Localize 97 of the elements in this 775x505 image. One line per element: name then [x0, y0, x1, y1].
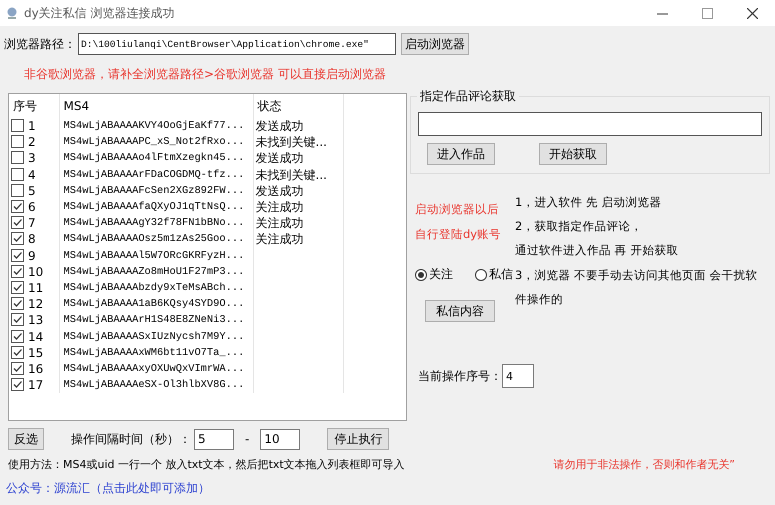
- table-cell: MS4wLjABAAAAKVY4OoGjEaKf77...: [59, 118, 253, 134]
- action-button[interactable]: 进入作品: [427, 143, 495, 165]
- input-field[interactable]: 5: [194, 428, 234, 450]
- warning-text: 请勿用于非法操作，否则和作者无关”: [553, 457, 735, 472]
- row-number: 1: [28, 119, 36, 134]
- list-box[interactable]: [8, 93, 407, 421]
- row-number: 3: [28, 151, 36, 166]
- checkbox[interactable]: [11, 330, 24, 343]
- instruction-text: 2，获取指定作品评论，: [515, 218, 644, 236]
- status-text: 关注成功: [256, 232, 304, 246]
- checkbox[interactable]: [11, 378, 24, 392]
- usage-text: 使用方法：MS4或uid 一行一个 放入txt文本，然后把txt文本拖入列表框即可导入: [8, 457, 405, 472]
- invert-selection-button[interactable]: 反选: [8, 428, 44, 450]
- checkbox[interactable]: [11, 264, 24, 278]
- row-number: 10: [28, 264, 44, 279]
- radio-option[interactable]: 私信: [475, 266, 513, 283]
- maximize-icon[interactable]: [702, 8, 713, 18]
- checkbox[interactable]: [11, 216, 24, 230]
- row-number: 13: [28, 313, 44, 328]
- status-text: 发送成功: [256, 119, 304, 134]
- table-cell: MS4wLjABAAAAeSX-Ol3hlbXV8G...: [59, 377, 253, 394]
- table-cell: MS4wLjABAAAAgY32f78FN1bBNo...: [59, 215, 253, 232]
- status-text: 发送成功: [256, 151, 304, 166]
- row-number: 17: [28, 378, 44, 392]
- message-content-button[interactable]: 私信内容: [425, 300, 495, 322]
- close-icon[interactable]: [747, 8, 758, 18]
- launch-browser-button[interactable]: 启动浏览器: [401, 33, 469, 55]
- table-cell: MS4wLjABAAAAo4lFtmXzegkn45...: [59, 150, 253, 167]
- row-number: 5: [28, 184, 36, 198]
- radio-button[interactable]: [415, 268, 427, 280]
- status-text: 未找到关键...: [256, 168, 327, 182]
- checkbox[interactable]: [11, 248, 24, 262]
- row-number: 8: [28, 232, 36, 246]
- table-cell: MS4wLjABAAAArH1S48E8ZNeNi3...: [59, 312, 253, 328]
- checkbox[interactable]: [11, 313, 24, 326]
- table-cell: MS4wLjABAAAAxWM6bt11vO7Ta_...: [59, 344, 253, 361]
- instruction-text: 1，进入软件 先 启动浏览器: [515, 194, 663, 211]
- column-header[interactable]: 状态: [253, 94, 343, 118]
- checkbox[interactable]: [11, 200, 24, 214]
- row-number: 11: [28, 280, 44, 295]
- status-text: 未找到关键...: [256, 135, 327, 150]
- table-cell: MS4wLjABAAAAbzdy9xTeMsABch...: [59, 280, 253, 296]
- row-number: 6: [28, 200, 36, 214]
- login-note: 自行登陆dy账号: [415, 226, 502, 243]
- table-cell: MS4wLjABAAAAZo8mHoU1F27mP3...: [59, 264, 253, 280]
- stop-button[interactable]: 停止执行: [327, 428, 390, 450]
- table-cell: MS4wLjABAAAAxyOXUwQxVImrWA...: [59, 360, 253, 377]
- status-text: 关注成功: [256, 200, 304, 214]
- table-cell: MS4wLjABAAAAl5W7ORcGKRFyzH...: [59, 248, 253, 264]
- table-cell: MS4wLjABAAAA1aB6KQsy4SYD9O...: [59, 296, 253, 312]
- group-title: 指定作品评论获取: [417, 88, 519, 105]
- checkbox[interactable]: [11, 280, 24, 294]
- checkbox[interactable]: [11, 168, 24, 181]
- radio-option[interactable]: 关注: [415, 266, 453, 283]
- table-cell: MS4wLjABAAAAOsz5m1zAs25Goo...: [59, 231, 253, 248]
- table-cell: MS4wLjABAAAAfaQXyOJ1qTtNsQ...: [59, 198, 253, 216]
- instruction-text: 通过软件进入作品 再 开始获取: [515, 242, 680, 260]
- row-number: 12: [28, 297, 44, 312]
- row-number: 4: [28, 168, 36, 182]
- table-cell: MS4wLjABAAAASxIUzNycsh7M9Y...: [59, 328, 253, 345]
- table-cell: MS4wLjABAAAArFDaCOGDMQ-tfz...: [59, 166, 253, 183]
- input-field[interactable]: 10: [260, 428, 300, 450]
- instruction-text: 3，浏览器 不要手动去访问其他页面 会干扰软件操作的: [515, 266, 758, 308]
- checkbox[interactable]: [11, 362, 24, 375]
- app-icon: [6, 7, 18, 19]
- row-number: 16: [28, 362, 44, 376]
- row-number: 2: [28, 135, 36, 150]
- checkbox[interactable]: [11, 232, 24, 246]
- checkbox[interactable]: [11, 135, 24, 148]
- checkbox[interactable]: [11, 346, 24, 359]
- row-number: 9: [28, 248, 36, 263]
- checkbox[interactable]: [11, 119, 24, 132]
- row-number: 7: [28, 216, 36, 230]
- input-field[interactable]: 4: [502, 364, 534, 388]
- row-number: 14: [28, 330, 44, 344]
- row-number: 15: [28, 346, 44, 360]
- field-label: 浏览器路径：: [4, 36, 76, 52]
- path-field[interactable]: D:\100liulanqi\CentBrowser\Application\chrome.exe": [78, 33, 396, 55]
- input-field[interactable]: [418, 112, 762, 136]
- table-cell: MS4wLjABAAAAFcSen2XGz892FW...: [59, 182, 253, 199]
- table-cell: MS4wLjABAAAAPC_xS_Not2fRxo...: [59, 134, 253, 150]
- checkbox[interactable]: [11, 184, 24, 197]
- window-title: dy关注私信 浏览器连接成功: [24, 4, 176, 22]
- hint-text: 非谷歌浏览器，请补全浏览器路径>谷歌浏览器 可以直接启动浏览器: [24, 66, 387, 83]
- column-header[interactable]: 序号: [9, 94, 59, 118]
- field-label: 操作间隔时间（秒）：: [71, 430, 191, 448]
- checkbox[interactable]: [11, 297, 24, 310]
- field-label: 当前操作序号：: [418, 368, 502, 384]
- account-link[interactable]: 公众号：源流汇（点击此处即可添加）: [6, 481, 210, 495]
- status-text: 发送成功: [256, 184, 304, 198]
- status-text: 关注成功: [256, 216, 304, 230]
- radio-button[interactable]: [475, 268, 487, 280]
- action-button[interactable]: 开始获取: [539, 143, 607, 165]
- range-separator: -: [245, 432, 250, 446]
- column-header[interactable]: MS4: [59, 94, 253, 118]
- login-note: 启动浏览器以后: [415, 201, 500, 218]
- checkbox[interactable]: [11, 151, 24, 164]
